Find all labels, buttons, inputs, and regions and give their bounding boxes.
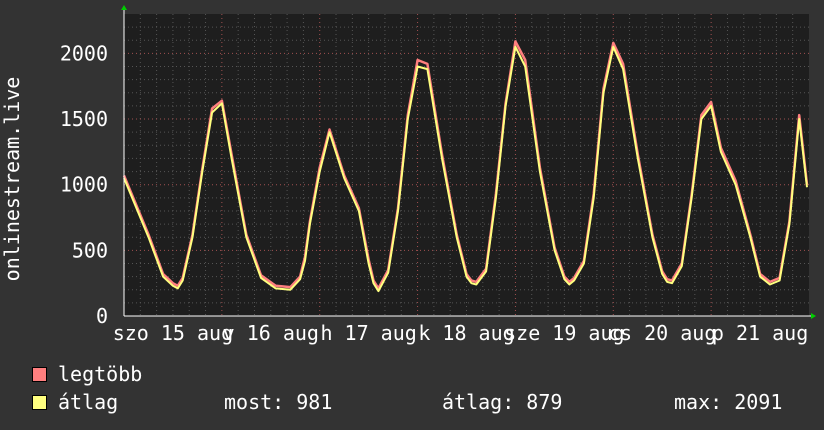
x-tick-label: cs 20 aug [608, 321, 716, 345]
x-tick-label: h 17 aug [320, 321, 416, 345]
legend-swatch-max [32, 367, 47, 382]
x-tick-label: v 16 aug [223, 321, 319, 345]
y-axis-arrow [121, 5, 127, 10]
legend-label-max: legtöbb [58, 362, 143, 386]
y-tick-label: 2000 [60, 41, 108, 65]
x-axis-arrow [811, 313, 816, 319]
chart-stage: 0 500 1000 1500 2000 onlinestream.live szo 15 … [0, 0, 824, 430]
x-tick-label: k 18 aug [418, 321, 514, 345]
x-tick-label: sze 19 aug [504, 321, 624, 345]
y-tick-label: 500 [72, 238, 108, 262]
legend-label-avg: átlag [58, 390, 119, 414]
legend-swatch-avg [32, 395, 47, 410]
y-tick-label: 0 [96, 304, 108, 328]
y-tick-label: 1500 [60, 107, 108, 131]
stat-average: átlag: 879 [442, 390, 563, 414]
stat-current: most: 981 [224, 390, 333, 414]
y-tick-label: 1000 [60, 173, 108, 197]
x-tick-label: p 21 aug [712, 321, 808, 345]
x-tick-label: szo 15 aug [113, 321, 233, 345]
stat-max: max: 2091 [674, 390, 783, 414]
y-axis-title: onlinestream.live [0, 77, 24, 282]
